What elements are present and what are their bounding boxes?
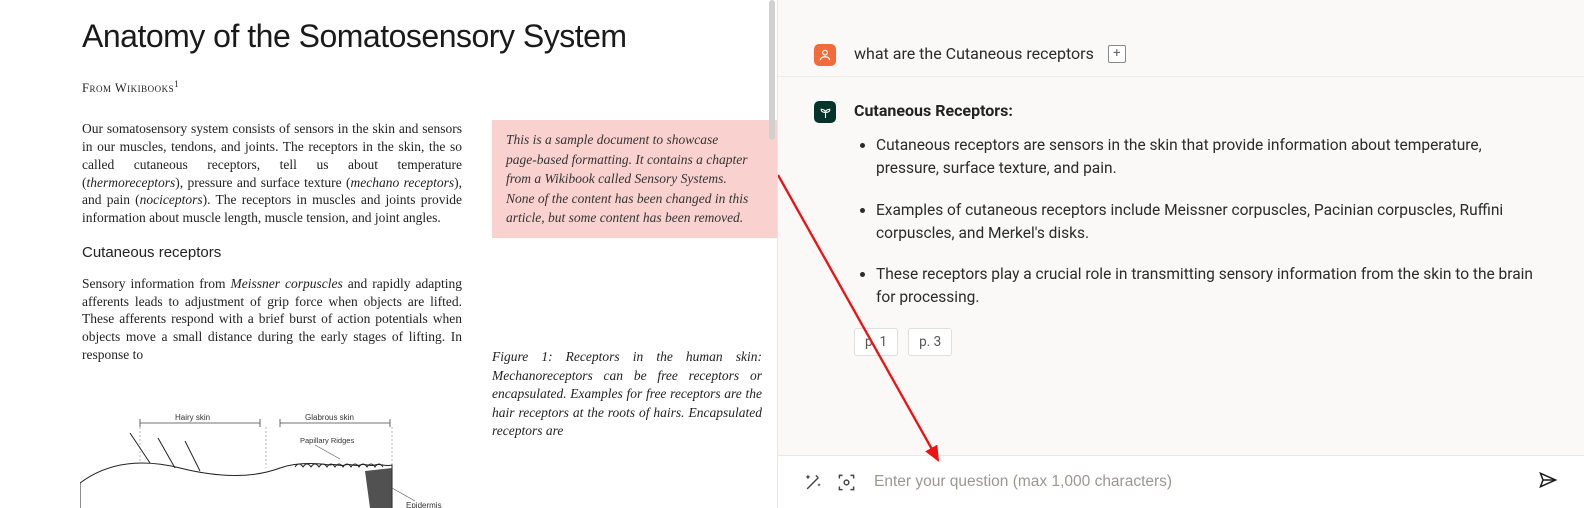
page-ref-chip[interactable]: p. 3 xyxy=(908,328,952,356)
person-icon xyxy=(818,48,832,62)
answer-list: Cutaneous receptors are sensors in the s… xyxy=(854,134,1548,310)
magic-icon[interactable] xyxy=(804,473,823,492)
expand-icon[interactable]: + xyxy=(1108,45,1126,63)
svg-text:Epidermis: Epidermis xyxy=(406,501,442,508)
chat-ai-message: Cutaneous Receptors: Cutaneous receptors… xyxy=(778,76,1584,366)
scan-icon[interactable] xyxy=(837,473,856,492)
user-question-text: what are the Cutaneous receptors xyxy=(854,44,1094,63)
doc-para-2: Sensory information from Meissner corpus… xyxy=(82,275,462,364)
skin-diagram: Hairy skin Glabrous skin Papillary Ridge… xyxy=(80,413,450,508)
doc-title: Anatomy of the Somatosensory System xyxy=(82,18,777,55)
chat-input[interactable] xyxy=(874,473,1520,491)
answer-item: Cutaneous receptors are sensors in the s… xyxy=(876,134,1548,181)
doc-left-column: Our somatosensory system consists of sen… xyxy=(82,120,462,441)
send-icon[interactable] xyxy=(1538,470,1558,494)
svg-text:Glabrous skin: Glabrous skin xyxy=(305,413,354,422)
chat-input-bar xyxy=(778,455,1584,508)
user-avatar xyxy=(814,44,836,66)
chat-pane: what are the Cutaneous receptors + Cutan… xyxy=(778,0,1584,508)
answer-item: Examples of cutaneous receptors include … xyxy=(876,199,1548,246)
document-pane: Anatomy of the Somatosensory System From… xyxy=(0,0,778,508)
page-refs: p. 1 p. 3 xyxy=(854,328,1548,356)
doc-source: From Wikibooks1 xyxy=(82,79,777,96)
doc-figure-caption: Figure 1: Receptors in the human skin: M… xyxy=(492,348,762,441)
svg-text:Hairy skin: Hairy skin xyxy=(175,413,210,422)
doc-right-column: This is a sample document to showcase pa… xyxy=(492,120,762,441)
svg-text:Papillary Ridges: Papillary Ridges xyxy=(300,436,354,445)
answer-title: Cutaneous Receptors: xyxy=(854,101,1548,120)
ai-avatar xyxy=(814,101,836,123)
answer-item: These receptors play a crucial role in t… xyxy=(876,263,1548,310)
page-ref-chip[interactable]: p. 1 xyxy=(854,328,898,356)
sprout-icon xyxy=(819,106,832,119)
doc-subheading: Cutaneous receptors xyxy=(82,243,462,263)
doc-para-1: Our somatosensory system consists of sen… xyxy=(82,120,462,227)
doc-scrollbar[interactable] xyxy=(769,0,775,140)
chat-scroll[interactable]: what are the Cutaneous receptors + Cutan… xyxy=(778,0,1584,455)
doc-sample-note: This is a sample document to showcase pa… xyxy=(492,120,778,238)
chat-user-message: what are the Cutaneous receptors + xyxy=(778,0,1584,76)
